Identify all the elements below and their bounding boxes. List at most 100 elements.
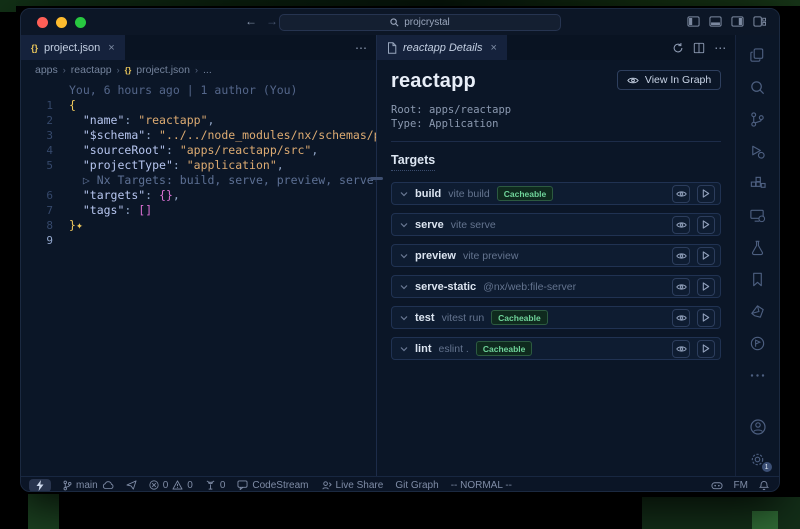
forward-icon[interactable]: → [266,14,278,28]
ports-status[interactable]: 0 [205,480,226,491]
run-target-button[interactable] [697,247,715,265]
code-token: : [173,158,187,173]
view-in-graph-button[interactable]: View In Graph [617,70,721,90]
breadcrumb-item[interactable]: reactapp [71,64,112,76]
file-icon [387,42,397,54]
flag-circle-icon[interactable] [747,332,769,354]
target-row[interactable]: serve-static @nx/web:file-server [391,275,721,298]
show-target-config-button[interactable] [672,340,690,358]
explorer-icon[interactable] [747,44,769,66]
code-token [69,143,83,158]
run-target-button[interactable] [697,309,715,327]
chevron-down-icon[interactable] [400,253,408,259]
sash-handle[interactable] [370,177,383,180]
settings-gear-icon[interactable]: 1 [747,448,769,470]
code-line[interactable]: 5 "projectType": "application", [21,158,376,173]
run-target-button[interactable] [697,278,715,296]
more-actions-icon[interactable]: ⋯ [714,41,726,55]
chevron-right-icon: › [117,65,120,75]
refresh-icon[interactable] [672,42,684,54]
nx-console-icon[interactable] [747,300,769,322]
sidebar-right-icon[interactable] [731,15,744,28]
customize-layout-icon[interactable] [753,15,766,28]
copilot-icon[interactable] [711,480,723,491]
codestream-status[interactable]: CodeStream [237,480,308,491]
code-line[interactable]: 3 "$schema": "../../node_modules/nx/sche… [21,128,376,143]
chevron-down-icon[interactable] [400,346,408,352]
code-line[interactable]: 2 "name": "reactapp", [21,113,376,128]
code-line[interactable]: 8}✦ [21,218,376,233]
tab-project-json[interactable]: {} project.json × [21,35,125,60]
fm-indicator[interactable]: FM [734,480,748,491]
vim-mode-indicator[interactable]: -- NORMAL -- [451,480,512,491]
gitgraph-status[interactable]: Git Graph [395,480,438,491]
remote-explorer-icon[interactable] [747,204,769,226]
code-line[interactable]: ▷ Nx Targets: build, serve, preview, ser… [21,173,376,188]
bell-icon[interactable] [759,480,769,491]
search-icon[interactable] [747,76,769,98]
breadcrumb-item[interactable]: ... [203,64,212,76]
codestream-icon [237,480,248,490]
run-debug-icon[interactable] [747,140,769,162]
source-control-icon[interactable] [747,108,769,130]
liveshare-status[interactable]: Live Share [321,480,384,491]
split-editor-icon[interactable] [693,42,705,54]
show-target-config-button[interactable] [672,309,690,327]
tab-bar-left: {} project.json × ⋯ [21,35,376,60]
more-actions-icon[interactable]: ⋯ [355,41,367,55]
remote-indicator[interactable] [29,479,51,492]
show-target-config-button[interactable] [672,216,690,234]
target-row[interactable]: build vite build Cacheable [391,182,721,205]
editor-group-sash[interactable] [376,35,377,476]
problems-status[interactable]: 0 0 [149,480,193,491]
target-row[interactable]: test vitest run Cacheable [391,306,721,329]
code-line[interactable]: 6 "targets": {}, [21,188,376,203]
more-icon[interactable] [747,364,769,386]
breadcrumb-item[interactable]: project.json [136,64,190,76]
close-tab-icon[interactable]: × [491,42,497,54]
code-editor[interactable]: You, 6 hours ago | 1 author (You)1{2 "na… [21,79,376,476]
type-label: Type: [391,118,423,130]
code-line[interactable]: 7 "tags": [] [21,203,376,218]
bookmarks-icon[interactable] [747,268,769,290]
search-icon [390,18,399,27]
zoom-window-button[interactable] [75,17,86,28]
target-row[interactable]: preview vite preview [391,244,721,267]
chevron-down-icon[interactable] [400,315,408,321]
minimize-window-button[interactable] [56,17,67,28]
extensions-icon[interactable] [747,172,769,194]
show-target-config-button[interactable] [672,185,690,203]
breadcrumb-item[interactable]: apps [35,64,58,76]
command-center-search[interactable]: projcrystal [279,14,561,31]
code-line[interactable]: 1{ [21,98,376,113]
run-target-button[interactable] [697,340,715,358]
chevron-down-icon[interactable] [400,222,408,228]
target-row[interactable]: lint eslint . Cacheable [391,337,721,360]
tab-reactapp-details[interactable]: reactapp Details × [377,35,507,60]
search-value: projcrystal [404,17,450,28]
close-tab-icon[interactable]: × [108,42,114,54]
run-target-button[interactable] [697,216,715,234]
sidebar-left-icon[interactable] [687,15,700,28]
panel-bottom-icon[interactable] [709,15,722,28]
code-token: "application" [187,158,277,173]
git-branch-status[interactable]: main [63,480,114,491]
show-target-config-button[interactable] [672,247,690,265]
account-icon[interactable] [747,416,769,438]
code-line[interactable]: 4 "sourceRoot": "apps/reactapp/src", [21,143,376,158]
run-target-button[interactable] [697,185,715,203]
testing-icon[interactable] [747,236,769,258]
close-window-button[interactable] [37,17,48,28]
code-line[interactable]: 9 [21,233,376,248]
chevron-down-icon[interactable] [400,284,408,290]
code-line[interactable]: You, 6 hours ago | 1 author (You) [21,83,376,98]
target-row[interactable]: serve vite serve [391,213,721,236]
code-token: : [145,128,159,143]
chevron-down-icon[interactable] [400,191,408,197]
warning-count: 0 [187,480,193,491]
code-token: {} [159,188,173,203]
code-token: "reactapp" [138,113,207,128]
show-target-config-button[interactable] [672,278,690,296]
back-icon[interactable]: ← [245,14,257,28]
publish-status[interactable] [126,480,137,490]
